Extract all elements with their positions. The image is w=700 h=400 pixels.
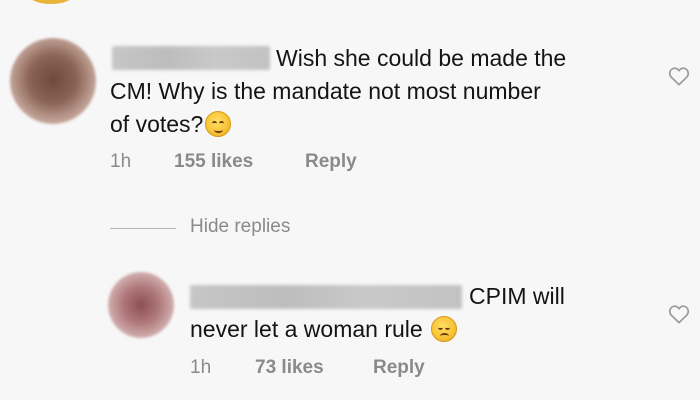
comment-timestamp: 1h (110, 151, 132, 172)
heart-outline-icon[interactable] (668, 304, 690, 324)
comment-text-line: CPIM will (469, 283, 565, 309)
heart-outline-icon[interactable] (668, 66, 690, 86)
comment-timestamp: 1h (190, 357, 212, 378)
redacted-username (190, 285, 462, 309)
comment-text-fragment: of votes? (110, 111, 204, 137)
comment-text-line: Wish she could be made the (276, 45, 567, 71)
partial-emoji (28, 0, 74, 4)
disappointed-face-emoji (431, 316, 458, 342)
comment-text-line: of votes? (110, 108, 232, 141)
reply-button[interactable]: Reply (305, 151, 357, 173)
relieved-face-emoji (205, 111, 232, 137)
comment-text-line: never let a woman rule (190, 313, 458, 346)
likes-count[interactable]: 155 likes (174, 151, 253, 173)
reply-button[interactable]: Reply (373, 357, 425, 379)
thread-divider (110, 228, 176, 229)
comment-text-line: CM! Why is the mandate not most number (110, 78, 541, 104)
commenter-avatar[interactable] (108, 272, 174, 338)
likes-count[interactable]: 73 likes (255, 357, 324, 379)
hide-replies-button[interactable]: Hide replies (190, 216, 290, 238)
commenter-avatar[interactable] (10, 38, 96, 124)
comment-text-fragment: never let a woman rule (190, 316, 423, 342)
redacted-username (112, 46, 270, 70)
